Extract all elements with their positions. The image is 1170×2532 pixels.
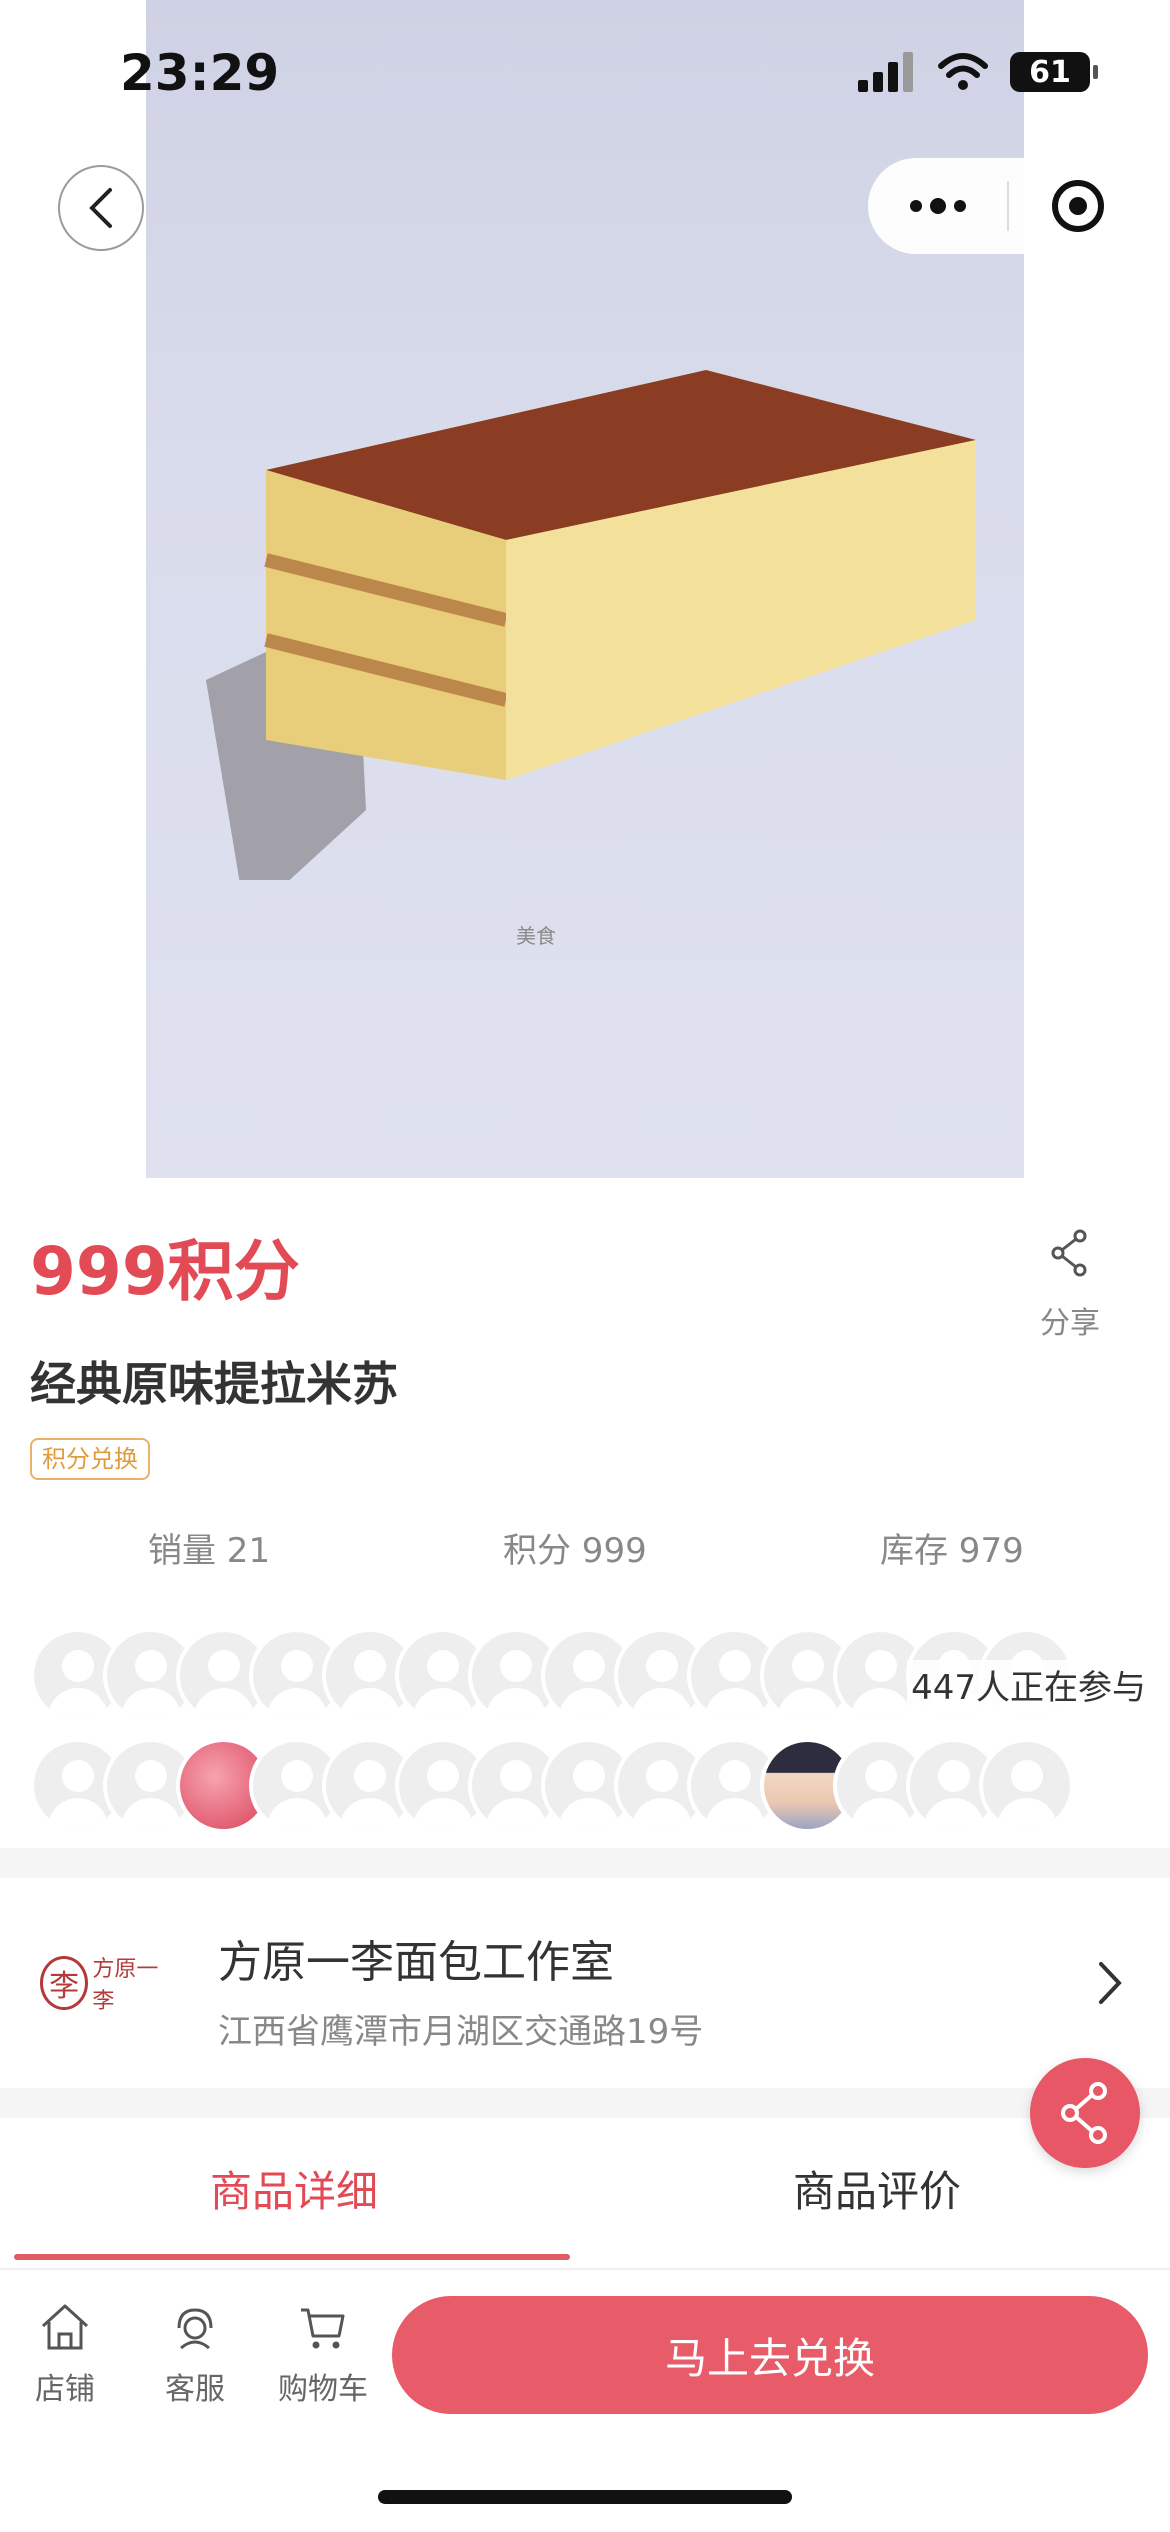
tiramisu-illustration [206,370,976,880]
share-icon [1061,2082,1107,2144]
store-address: 江西省鹰潭市月湖区交通路19号 [218,2012,704,2052]
avatar-row [30,1628,1074,1723]
store-logo-text: 方原一李 [92,1957,159,2014]
chevron-right-icon [1099,1962,1122,2004]
nav-cart[interactable]: 购物车 [268,2302,378,2408]
more-icon [909,200,922,212]
store-icon [41,2304,89,2350]
exchange-now-button[interactable]: 马上去兑换 [392,2296,1148,2414]
back-button[interactable] [58,165,144,251]
close-capsule-button[interactable] [1009,158,1148,254]
nav-service-label: 客服 [165,2372,225,2407]
nav-store[interactable]: 店铺 [10,2302,120,2408]
nav-cart-label: 购物车 [278,2372,368,2407]
avatar [979,1738,1074,1833]
product-tabs: 商品详细 商品评价 [0,2118,1170,2268]
wifi-icon [938,53,988,90]
cart-icon [301,2308,345,2349]
miniprogram-capsule [868,158,1148,254]
signal-icon [858,52,913,92]
more-button[interactable] [868,158,1007,254]
product-price: 999积分 [30,1233,300,1310]
share-icon [1051,1229,1087,1277]
share-button[interactable]: 分享 [1015,1228,1125,1342]
stat-sales: 销量 21 [148,1531,271,1571]
status-time: 23:29 [120,44,280,102]
product-info-card: 999积分 分享 经典原味提拉米苏 积分兑换 销量 21 积分 999 库存 9… [0,1178,1170,1848]
store-name: 方原一李面包工作室 [218,1937,614,1988]
participant-avatars [30,1628,1140,1833]
exchange-tag: 积分兑换 [30,1438,150,1480]
section-divider [0,2088,1170,2118]
section-divider [0,1848,1170,1878]
status-icons: 61 [856,52,1098,92]
product-title: 经典原味提拉米苏 [30,1357,398,1411]
status-bar: 23:29 61 [0,0,1170,150]
image-watermark: 美食 [516,924,556,948]
active-tab-indicator [14,2254,570,2260]
close-capsule-icon [1052,180,1105,232]
avatar-row [30,1738,1074,1833]
stat-points: 积分 999 [503,1531,647,1571]
stat-stock: 库存 979 [880,1531,1024,1571]
battery-indicator: 61 [1010,52,1098,92]
nav-service[interactable]: 客服 [140,2302,250,2408]
store-card[interactable]: 李 方原一李 方原一李面包工作室 江西省鹰潭市月湖区交通路19号 [0,1878,1170,2088]
floating-share-button[interactable] [1030,2058,1140,2168]
store-seal-icon: 李 [40,1956,89,2010]
service-icon [177,2308,213,2350]
back-icon [89,188,112,228]
home-indicator [378,2490,792,2504]
tab-detail[interactable]: 商品详细 [210,2158,378,2219]
participants-count: 447人正在参与 [907,1660,1150,1709]
store-logo: 李 方原一李 [40,1948,170,2018]
tab-review[interactable]: 商品评价 [793,2158,961,2219]
share-label: 分享 [1040,1306,1100,1341]
nav-store-label: 店铺 [35,2372,95,2407]
